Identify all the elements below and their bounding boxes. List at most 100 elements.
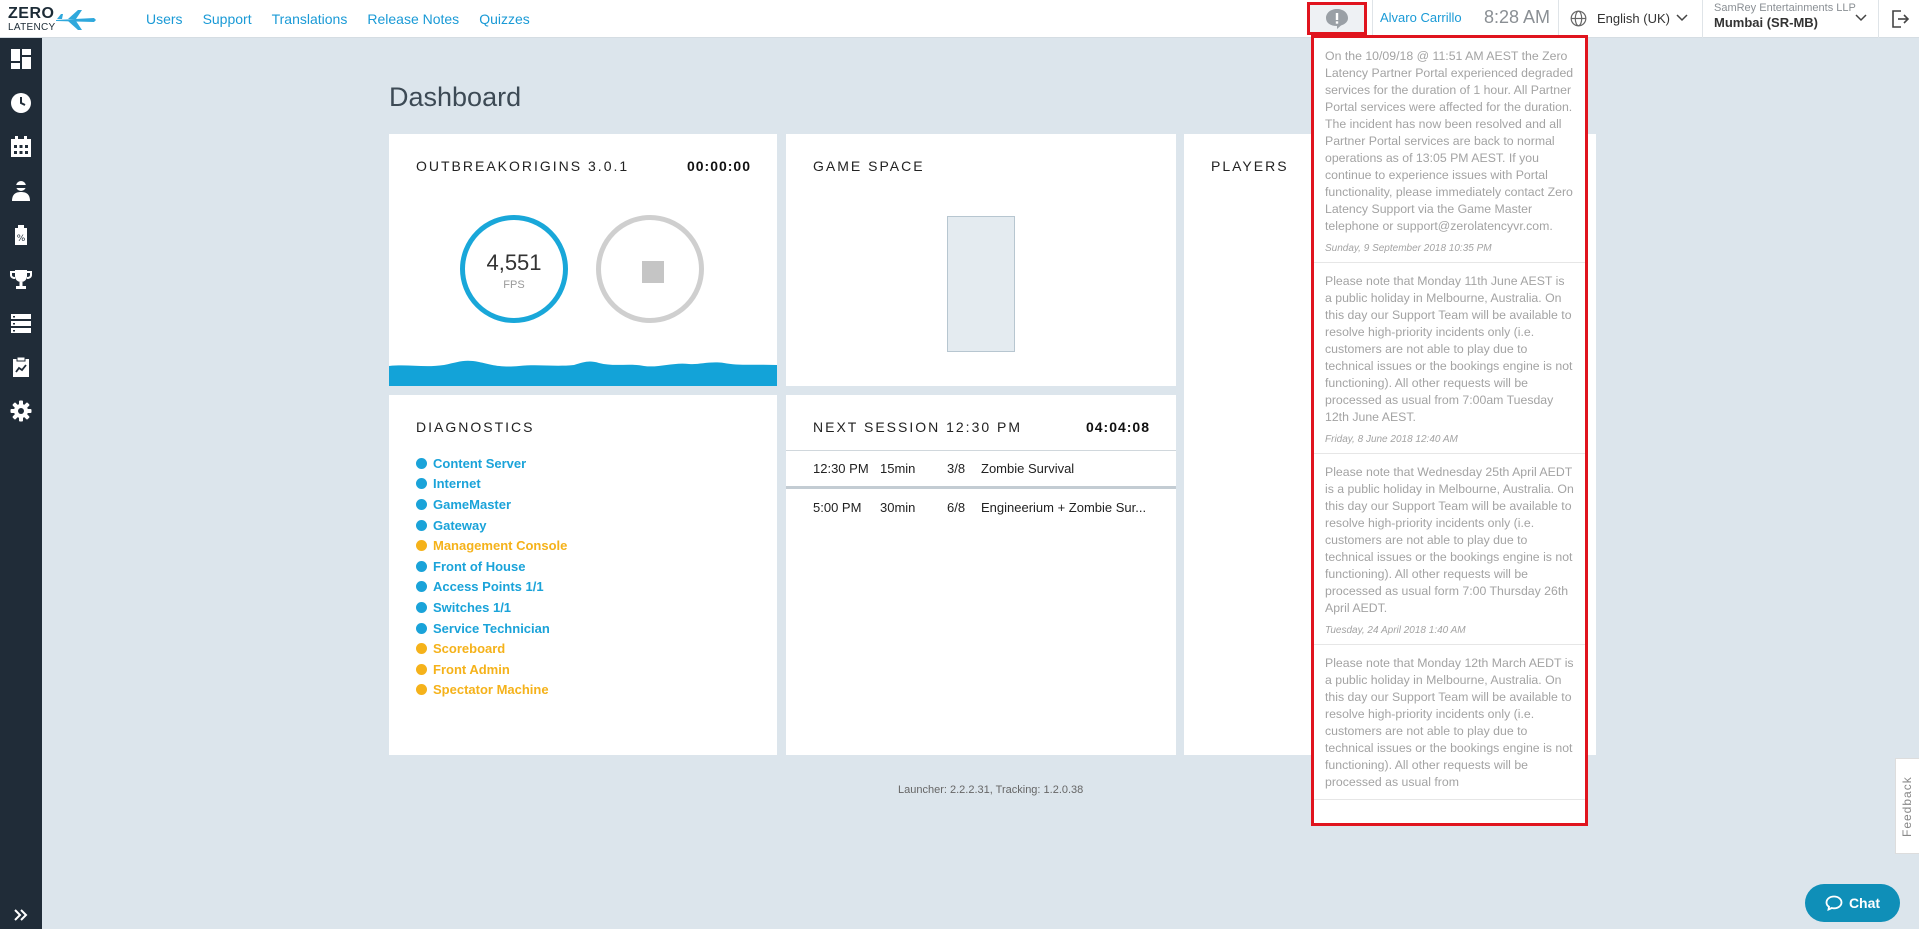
- diagnostic-item[interactable]: Switches 1/1: [416, 597, 567, 618]
- sidebar-item-dashboard[interactable]: [0, 41, 42, 77]
- fps-label: FPS: [503, 279, 525, 291]
- current-time: 8:28 AM: [1484, 7, 1551, 27]
- diagnostic-item[interactable]: Front Admin: [416, 659, 567, 680]
- next-session-card: NEXT SESSION 12:30 PM 04:04:08 12:30 PM …: [786, 395, 1176, 755]
- status-dot-icon: [416, 519, 427, 531]
- diagnostic-item[interactable]: Gateway: [416, 515, 567, 536]
- chat-button[interactable]: Chat: [1805, 884, 1900, 922]
- diagnostic-label: Switches 1/1: [433, 599, 512, 615]
- notification-text: Please note that Wednesday 25th April AE…: [1325, 465, 1574, 615]
- nav-users[interactable]: Users: [146, 10, 183, 28]
- chevron-down-icon[interactable]: [1676, 12, 1688, 22]
- notifications-panel[interactable]: On the 10/09/18 @ 11:51 AM AEST the Zero…: [1311, 35, 1588, 826]
- stop-game-button[interactable]: [596, 215, 704, 323]
- language-selector[interactable]: English (UK): [1597, 11, 1670, 26]
- status-dot-icon: [416, 560, 427, 572]
- game-space-card: GAME SPACE: [786, 134, 1176, 386]
- game-timer: 00:00:00: [686, 158, 751, 174]
- diagnostic-label: Gateway: [433, 517, 487, 533]
- chat-bubble-icon: [1825, 895, 1843, 911]
- diagnostic-label: Management Console: [433, 538, 568, 554]
- stop-icon: [642, 261, 664, 283]
- diagnostic-label: Internet: [433, 476, 481, 492]
- game-space-map: [947, 216, 1015, 352]
- fps-gauge: 4,551 FPS: [460, 215, 568, 323]
- nav-quizzes[interactable]: Quizzes: [479, 10, 530, 28]
- logout-icon[interactable]: [1890, 9, 1910, 29]
- diagnostic-item[interactable]: Scoreboard: [416, 638, 567, 659]
- divider: [1702, 0, 1703, 38]
- feedback-label: Feedback: [1900, 776, 1914, 837]
- chevron-down-icon[interactable]: [1855, 12, 1867, 22]
- zero-latency-logo[interactable]: ZERO LATENCY: [8, 5, 96, 34]
- session-duration: 30min: [880, 499, 916, 515]
- notification-date: Tuesday, 24 April 2018 1:40 AM: [1325, 625, 1466, 636]
- game-space-title: GAME SPACE: [813, 158, 925, 174]
- status-dot-icon: [416, 540, 427, 552]
- session-game: Engineerium + Zombie Sur...: [981, 499, 1147, 515]
- status-dot-icon: [416, 457, 427, 469]
- session-game: Zombie Survival: [981, 460, 1075, 476]
- divider: [1558, 0, 1559, 38]
- session-time: 5:00 PM: [813, 499, 862, 515]
- globe-icon: [1570, 10, 1587, 27]
- diagnostic-label: GameMaster: [433, 496, 512, 512]
- user-name-link[interactable]: Alvaro Carrillo: [1380, 10, 1462, 25]
- diagnostics-list: Content Server Internet GameMaster Gateway M…: [416, 453, 567, 700]
- notification-item[interactable]: Please note that Monday 12th March AEDT …: [1314, 645, 1585, 800]
- session-players: 3/8: [947, 460, 966, 476]
- status-dot-icon: [416, 622, 427, 634]
- nav-release-notes[interactable]: Release Notes: [367, 10, 459, 28]
- diagnostics-card: DIAGNOSTICS Content Server Internet GameMa…: [389, 395, 777, 755]
- diagnostic-item[interactable]: GameMaster: [416, 494, 567, 515]
- diagnostic-item[interactable]: Management Console: [416, 535, 567, 556]
- sidebar-item-leaderboard[interactable]: [0, 261, 42, 297]
- diagnostic-item[interactable]: Internet: [416, 474, 567, 495]
- sidebar-item-pricing[interactable]: %: [0, 217, 42, 253]
- game-status-card: OUTBREAKORIGINS 3.0.1 00:00:00 4,551 FPS: [389, 134, 777, 386]
- sidebar-item-reports[interactable]: [0, 349, 42, 385]
- calendar-icon: [11, 136, 31, 157]
- session-row[interactable]: 5:00 PM 30min 6/8 Engineerium + Zombie S…: [786, 489, 1176, 525]
- logo-line1: ZERO: [8, 5, 55, 22]
- diagnostics-title: DIAGNOSTICS: [416, 419, 535, 435]
- diagnostic-item[interactable]: Content Server: [416, 453, 567, 474]
- diagnostic-label: Scoreboard: [433, 641, 506, 657]
- session-row[interactable]: 12:30 PM 15min 3/8 Zombie Survival: [786, 450, 1176, 486]
- sidebar-item-players[interactable]: [0, 173, 42, 209]
- status-dot-icon: [416, 643, 427, 655]
- tag-icon: %: [15, 225, 27, 245]
- chat-label: Chat: [1848, 895, 1881, 911]
- diagnostic-label: Access Points 1/1: [433, 579, 544, 595]
- site-selector[interactable]: Mumbai (SR-MB): [1714, 15, 1818, 30]
- notification-item[interactable]: Please note that Monday 11th June AEST i…: [1314, 263, 1585, 454]
- feedback-tab[interactable]: Feedback: [1895, 758, 1919, 854]
- sidebar-item-history[interactable]: [0, 85, 42, 121]
- sidebar-item-servers[interactable]: [0, 305, 42, 341]
- diagnostic-item[interactable]: Service Technician: [416, 618, 567, 639]
- player-icon: [12, 181, 30, 201]
- status-dot-icon: [416, 498, 427, 510]
- sidebar-item-settings[interactable]: [0, 393, 42, 429]
- version-info: Launcher: 2.2.2.31, Tracking: 1.2.0.38: [898, 784, 1084, 796]
- next-session-title: NEXT SESSION 12:30 PM: [813, 419, 1023, 435]
- diagnostic-item[interactable]: Spectator Machine: [416, 680, 567, 701]
- alert-bubble-icon: [1326, 8, 1348, 29]
- status-dot-icon: [416, 684, 427, 696]
- diagnostic-label: Service Technician: [433, 620, 550, 636]
- sidebar: %: [0, 38, 42, 929]
- notifications-button[interactable]: [1307, 2, 1367, 35]
- notification-item[interactable]: On the 10/09/18 @ 11:51 AM AEST the Zero…: [1314, 38, 1585, 263]
- diagnostic-label: Content Server: [433, 455, 527, 471]
- notification-item[interactable]: Please note that Wednesday 25th April AE…: [1314, 454, 1585, 645]
- nav-support[interactable]: Support: [203, 10, 252, 28]
- clock-icon: [11, 93, 31, 113]
- status-dot-icon: [416, 478, 427, 490]
- sidebar-expand-button[interactable]: [0, 900, 42, 929]
- session-duration: 15min: [880, 460, 916, 476]
- nav-translations[interactable]: Translations: [272, 10, 348, 28]
- sidebar-item-calendar[interactable]: [0, 129, 42, 165]
- diagnostic-item[interactable]: Access Points 1/1: [416, 577, 567, 598]
- diagnostic-item[interactable]: Front of House: [416, 556, 567, 577]
- notification-text: Please note that Monday 12th March AEDT …: [1325, 656, 1574, 789]
